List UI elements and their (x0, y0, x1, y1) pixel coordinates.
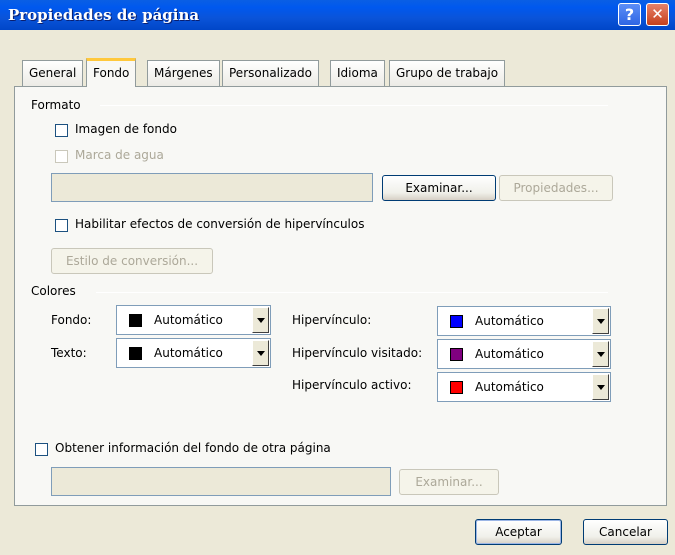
hipervinculo-color-swatch (450, 315, 463, 328)
formato-heading: Formato (31, 98, 81, 112)
hipervinculo-visitado-color-select[interactable]: Automático (437, 339, 611, 369)
tab-label: Márgenes (154, 66, 213, 80)
imagen-fondo-label: Imagen de fondo (75, 122, 177, 136)
habilitar-checkbox[interactable] (55, 219, 68, 232)
colores-heading: Colores (31, 284, 76, 298)
chevron-down-icon[interactable] (252, 307, 269, 333)
texto-color-select[interactable]: Automático (116, 338, 271, 368)
image-path-field (51, 173, 373, 202)
propiedades-button: Propiedades... (499, 175, 613, 201)
hipervinculo-activo-color-select[interactable]: Automático (437, 372, 611, 402)
fondo-color-value: Automático (154, 313, 223, 327)
cancelar-button[interactable]: Cancelar (583, 519, 668, 545)
tab-label: General (29, 66, 77, 80)
colores-separator (96, 292, 608, 293)
tab-label: Grupo de trabajo (396, 66, 499, 80)
tab-idioma[interactable]: Idioma (330, 60, 385, 86)
texto-color-value: Automático (154, 346, 223, 360)
obtener-path-field (51, 467, 391, 496)
marca-agua-label: Marca de agua (75, 148, 164, 162)
texto-label: Texto: (51, 346, 87, 360)
chevron-down-icon[interactable] (592, 374, 609, 400)
imagen-fondo-checkbox[interactable] (55, 124, 68, 137)
obtener-label: Obtener información del fondo de otra pá… (55, 441, 331, 455)
window-title: Propiedades de página (8, 6, 200, 24)
tab-personalizado[interactable]: Personalizado (222, 60, 319, 86)
help-icon[interactable]: ? (618, 3, 641, 26)
fondo-label: Fondo: (51, 313, 92, 327)
habilitar-label: Habilitar efectos de conversión de hiper… (75, 217, 365, 231)
tab-label: Fondo (93, 66, 130, 80)
obtener-checkbox[interactable] (35, 443, 48, 456)
tab-margenes[interactable]: Márgenes (147, 60, 220, 86)
chevron-down-icon[interactable] (592, 308, 609, 334)
hipervinculo-activo-label: Hipervínculo activo: (292, 378, 412, 392)
hipervinculo-label: Hipervínculo: (292, 313, 372, 327)
fondo-color-swatch (129, 314, 142, 327)
hipervinculo-color-value: Automático (475, 314, 544, 328)
tab-fondo[interactable]: Fondo (86, 58, 137, 87)
texto-color-swatch (129, 347, 142, 360)
chevron-down-icon[interactable] (252, 340, 269, 366)
chevron-down-icon[interactable] (592, 341, 609, 367)
examinar-button[interactable]: Examinar... (382, 175, 496, 201)
hipervinculo-visitado-label: Hipervínculo visitado: (292, 346, 423, 360)
page-properties-dialog: Propiedades de página ? ✕ General Fondo … (0, 0, 675, 555)
hipervinculo-color-select[interactable]: Automático (437, 306, 611, 336)
aceptar-button[interactable]: Aceptar (475, 519, 562, 545)
fondo-color-select[interactable]: Automático (116, 305, 271, 335)
tab-label: Personalizado (229, 66, 312, 80)
tab-grupo-de-trabajo[interactable]: Grupo de trabajo (389, 60, 506, 86)
tab-general[interactable]: General (22, 60, 84, 86)
hipervinculo-visitado-color-swatch (450, 348, 463, 361)
hipervinculo-visitado-color-value: Automático (475, 347, 544, 361)
marca-agua-checkbox (55, 150, 68, 163)
hipervinculo-activo-color-swatch (450, 381, 463, 394)
formato-separator (100, 105, 608, 106)
estilo-conversion-button: Estilo de conversión... (51, 248, 213, 274)
title-bar[interactable]: Propiedades de página ? ✕ (0, 0, 675, 30)
obtener-examinar-button: Examinar... (399, 469, 499, 495)
tab-label: Idioma (337, 66, 378, 80)
hipervinculo-activo-color-value: Automático (475, 380, 544, 394)
close-icon[interactable]: ✕ (646, 3, 669, 26)
